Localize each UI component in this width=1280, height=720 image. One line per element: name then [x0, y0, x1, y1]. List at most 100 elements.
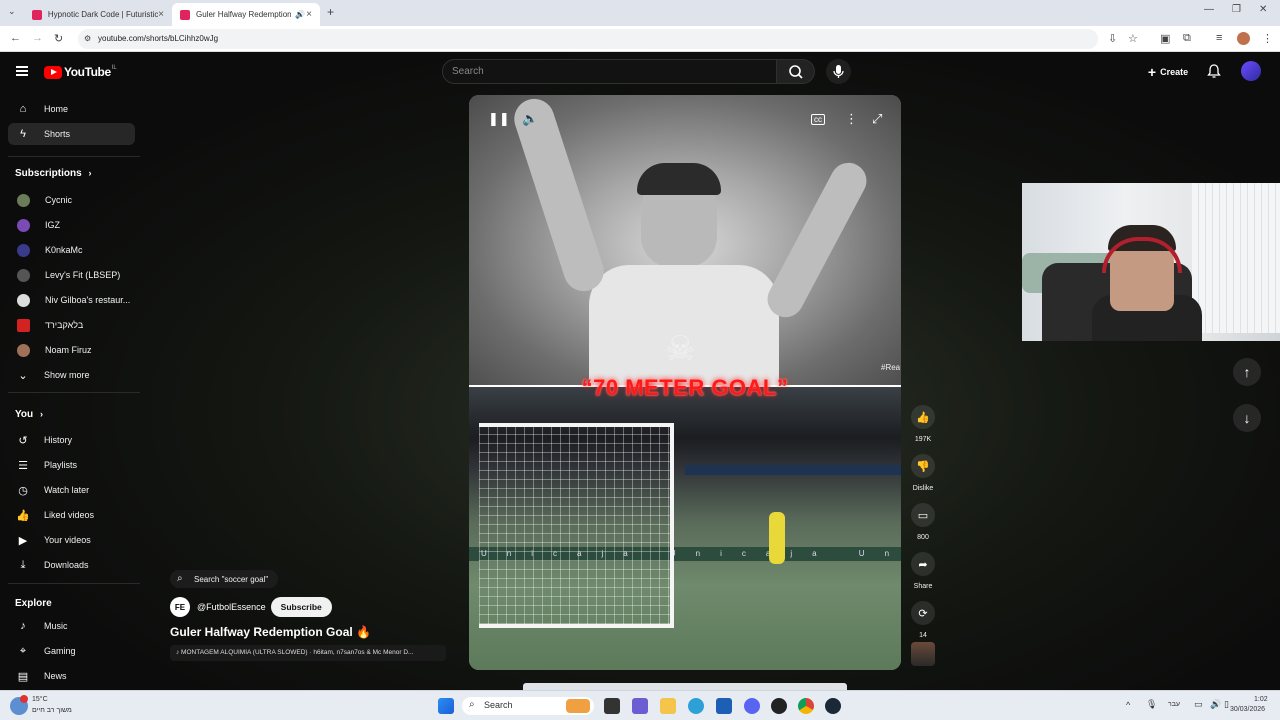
steam-icon[interactable] [825, 698, 841, 714]
shorts-video-player[interactable]: ☠ #Rea Unicaja Unicaja Unicaja Unicaja U… [469, 95, 901, 670]
subscription-blackbird[interactable]: בלאקבירד [8, 314, 135, 336]
sidebar-item-playlists[interactable]: ☰ Playlists [8, 454, 135, 476]
subscription-igz[interactable]: IGZ [8, 214, 135, 236]
divider [8, 583, 140, 584]
media-icon[interactable]: ≡ [1216, 32, 1222, 44]
subscription-noam-firuz[interactable]: Noam Firuz [8, 339, 135, 361]
dislike-button[interactable]: 👎 Dislike [911, 454, 935, 492]
minimize-icon[interactable]: — [1204, 4, 1214, 15]
network-icon[interactable]: ▭ [1194, 699, 1203, 710]
you-heading[interactable]: You › [15, 409, 43, 420]
maximize-icon[interactable]: ❐ [1232, 4, 1241, 15]
task-view-icon[interactable] [604, 698, 620, 714]
discord-icon[interactable] [744, 698, 760, 714]
bookmark-star-icon[interactable]: ☆ [1128, 32, 1138, 45]
forward-icon[interactable]: → [32, 32, 43, 44]
voice-search-button[interactable] [826, 59, 851, 84]
sidebar-item-home[interactable]: ⌂ Home [8, 98, 135, 120]
language-indicator[interactable]: עבר [1168, 701, 1180, 708]
next-short-button[interactable]: ↓ [1233, 404, 1261, 432]
tab-hypnotic[interactable]: Hypnotic Dark Code | Futuristic × [24, 3, 172, 26]
edge-icon[interactable] [688, 698, 704, 714]
fullscreen-icon[interactable]: ⤢ [872, 111, 882, 127]
sidebar-item-your-videos[interactable]: ▶ Your videos [8, 529, 135, 551]
remix-icon: ⟳ [911, 601, 935, 625]
profile-avatar[interactable] [1237, 32, 1250, 45]
create-button[interactable]: + Create [1138, 60, 1198, 84]
tab-title: Guler Halfway Redemption [196, 10, 291, 19]
subscription-levys-fit[interactable]: Levy's Fit (LBSEP) [8, 264, 135, 286]
share-button[interactable]: ➦ Share [911, 552, 935, 590]
pause-icon[interactable]: ❚❚ [488, 111, 510, 127]
browser-tab-bar: ⌄ Hypnotic Dark Code | Futuristic × Gule… [0, 0, 1280, 26]
sidebar-item-music[interactable]: ♪ Music [8, 615, 135, 637]
clock-time[interactable]: 1:02 [1254, 696, 1268, 703]
remix-button[interactable]: ⟳ 14 [911, 601, 935, 639]
browser-menu-icon[interactable]: ⋮ [1262, 32, 1273, 45]
subscription-konkamc[interactable]: K0nkaMc [8, 239, 135, 261]
site-info-icon[interactable]: ⚙ [84, 34, 91, 43]
account-avatar[interactable] [1241, 61, 1261, 81]
thumbs-down-icon: 👎 [911, 454, 935, 478]
sidebar-item-liked[interactable]: 👍 Liked videos [8, 504, 135, 526]
store-icon[interactable] [716, 698, 732, 714]
subscriptions-heading[interactable]: Subscriptions › [15, 168, 91, 179]
sound-thumbnail[interactable] [911, 642, 935, 666]
start-windows-icon[interactable] [438, 698, 454, 714]
url-text[interactable]: youtube.com/shorts/bLCihhz0wJg [98, 34, 218, 43]
captions-icon[interactable]: cc [811, 114, 825, 125]
taskbar-search[interactable]: ⌕ Search [462, 697, 594, 715]
battery-icon[interactable]: ▯ [1224, 699, 1229, 710]
youtube-logo[interactable]: YouTube IL [44, 65, 117, 79]
new-tab-icon[interactable]: + [327, 5, 334, 19]
show-more-button[interactable]: ⌄ Show more [8, 364, 135, 386]
sidebar-item-shorts[interactable]: ϟ Shorts [8, 123, 135, 145]
more-options-icon[interactable]: ⋮ [845, 111, 858, 127]
search-button[interactable] [777, 59, 815, 84]
reload-icon[interactable]: ↻ [54, 32, 63, 45]
tab-guler[interactable]: Guler Halfway Redemption 🔊 × [172, 3, 320, 26]
notifications-button[interactable] [1206, 63, 1222, 84]
sidebar-item-gaming[interactable]: ⌖ Gaming [8, 640, 135, 662]
subscription-cycnic[interactable]: Cycnic [8, 189, 135, 211]
app-icon[interactable] [771, 698, 787, 714]
clock-date[interactable]: 30/03/2026 [1230, 706, 1265, 713]
comments-button[interactable]: ▭ 800 [911, 503, 935, 541]
video-caption: “70 METER GOAL” [581, 375, 789, 400]
volume-icon[interactable]: 🔊 [1210, 699, 1221, 710]
previous-short-button[interactable]: ↑ [1233, 358, 1261, 386]
webcam-overlay [1022, 183, 1280, 341]
channel-name[interactable]: @FutbolEssence [197, 602, 266, 612]
chrome-icon[interactable] [798, 698, 814, 714]
subscription-niv-gilboa[interactable]: Niv Gilboa's restaur... [8, 289, 135, 311]
speaker-icon[interactable]: 🔊 [295, 10, 305, 19]
extension-icon[interactable]: ▣ [1160, 32, 1170, 45]
close-tab-icon[interactable]: × [306, 9, 312, 20]
tray-chevron-icon[interactable]: ^ [1126, 700, 1130, 710]
subscribe-button[interactable]: Subscribe [270, 597, 332, 617]
sidebar-item-news[interactable]: ▤ News [8, 665, 135, 687]
channel-avatar[interactable]: FE [170, 597, 190, 617]
teams-icon[interactable] [632, 698, 648, 714]
puzzle-icon[interactable]: ⧉ [1183, 32, 1191, 45]
mic-tray-icon[interactable]: 🎙 [1146, 699, 1157, 710]
volume-icon[interactable]: 🔈 [522, 111, 538, 127]
search-input[interactable]: Search [442, 59, 777, 84]
music-track[interactable]: ♪ MONTAGEM ALQUIMIA (ULTRA SLOWED) · h6i… [170, 645, 446, 661]
sidebar-item-downloads[interactable]: ⤓ Downloads [8, 554, 135, 576]
close-window-icon[interactable]: ✕ [1259, 4, 1267, 15]
search-suggestion-pill[interactable]: ⌕ Search "soccer goal" [170, 570, 279, 588]
like-button[interactable]: 👍 197K [911, 405, 935, 443]
sidebar-item-watch-later[interactable]: ◷ Watch later [8, 479, 135, 501]
search-icon [789, 65, 803, 79]
install-icon[interactable]: ⇩ [1108, 32, 1117, 45]
video-title[interactable]: Guler Halfway Redemption Goal 🔥 [170, 625, 371, 639]
url-box[interactable] [78, 29, 1098, 49]
tab-list-chevron-icon[interactable]: ⌄ [8, 6, 16, 17]
back-icon[interactable]: ← [10, 32, 21, 44]
goalkeeper [769, 512, 785, 564]
file-explorer-icon[interactable] [660, 698, 676, 714]
menu-icon[interactable] [16, 66, 28, 76]
close-tab-icon[interactable]: × [158, 9, 164, 20]
sidebar-item-history[interactable]: ↺ History [8, 429, 135, 451]
